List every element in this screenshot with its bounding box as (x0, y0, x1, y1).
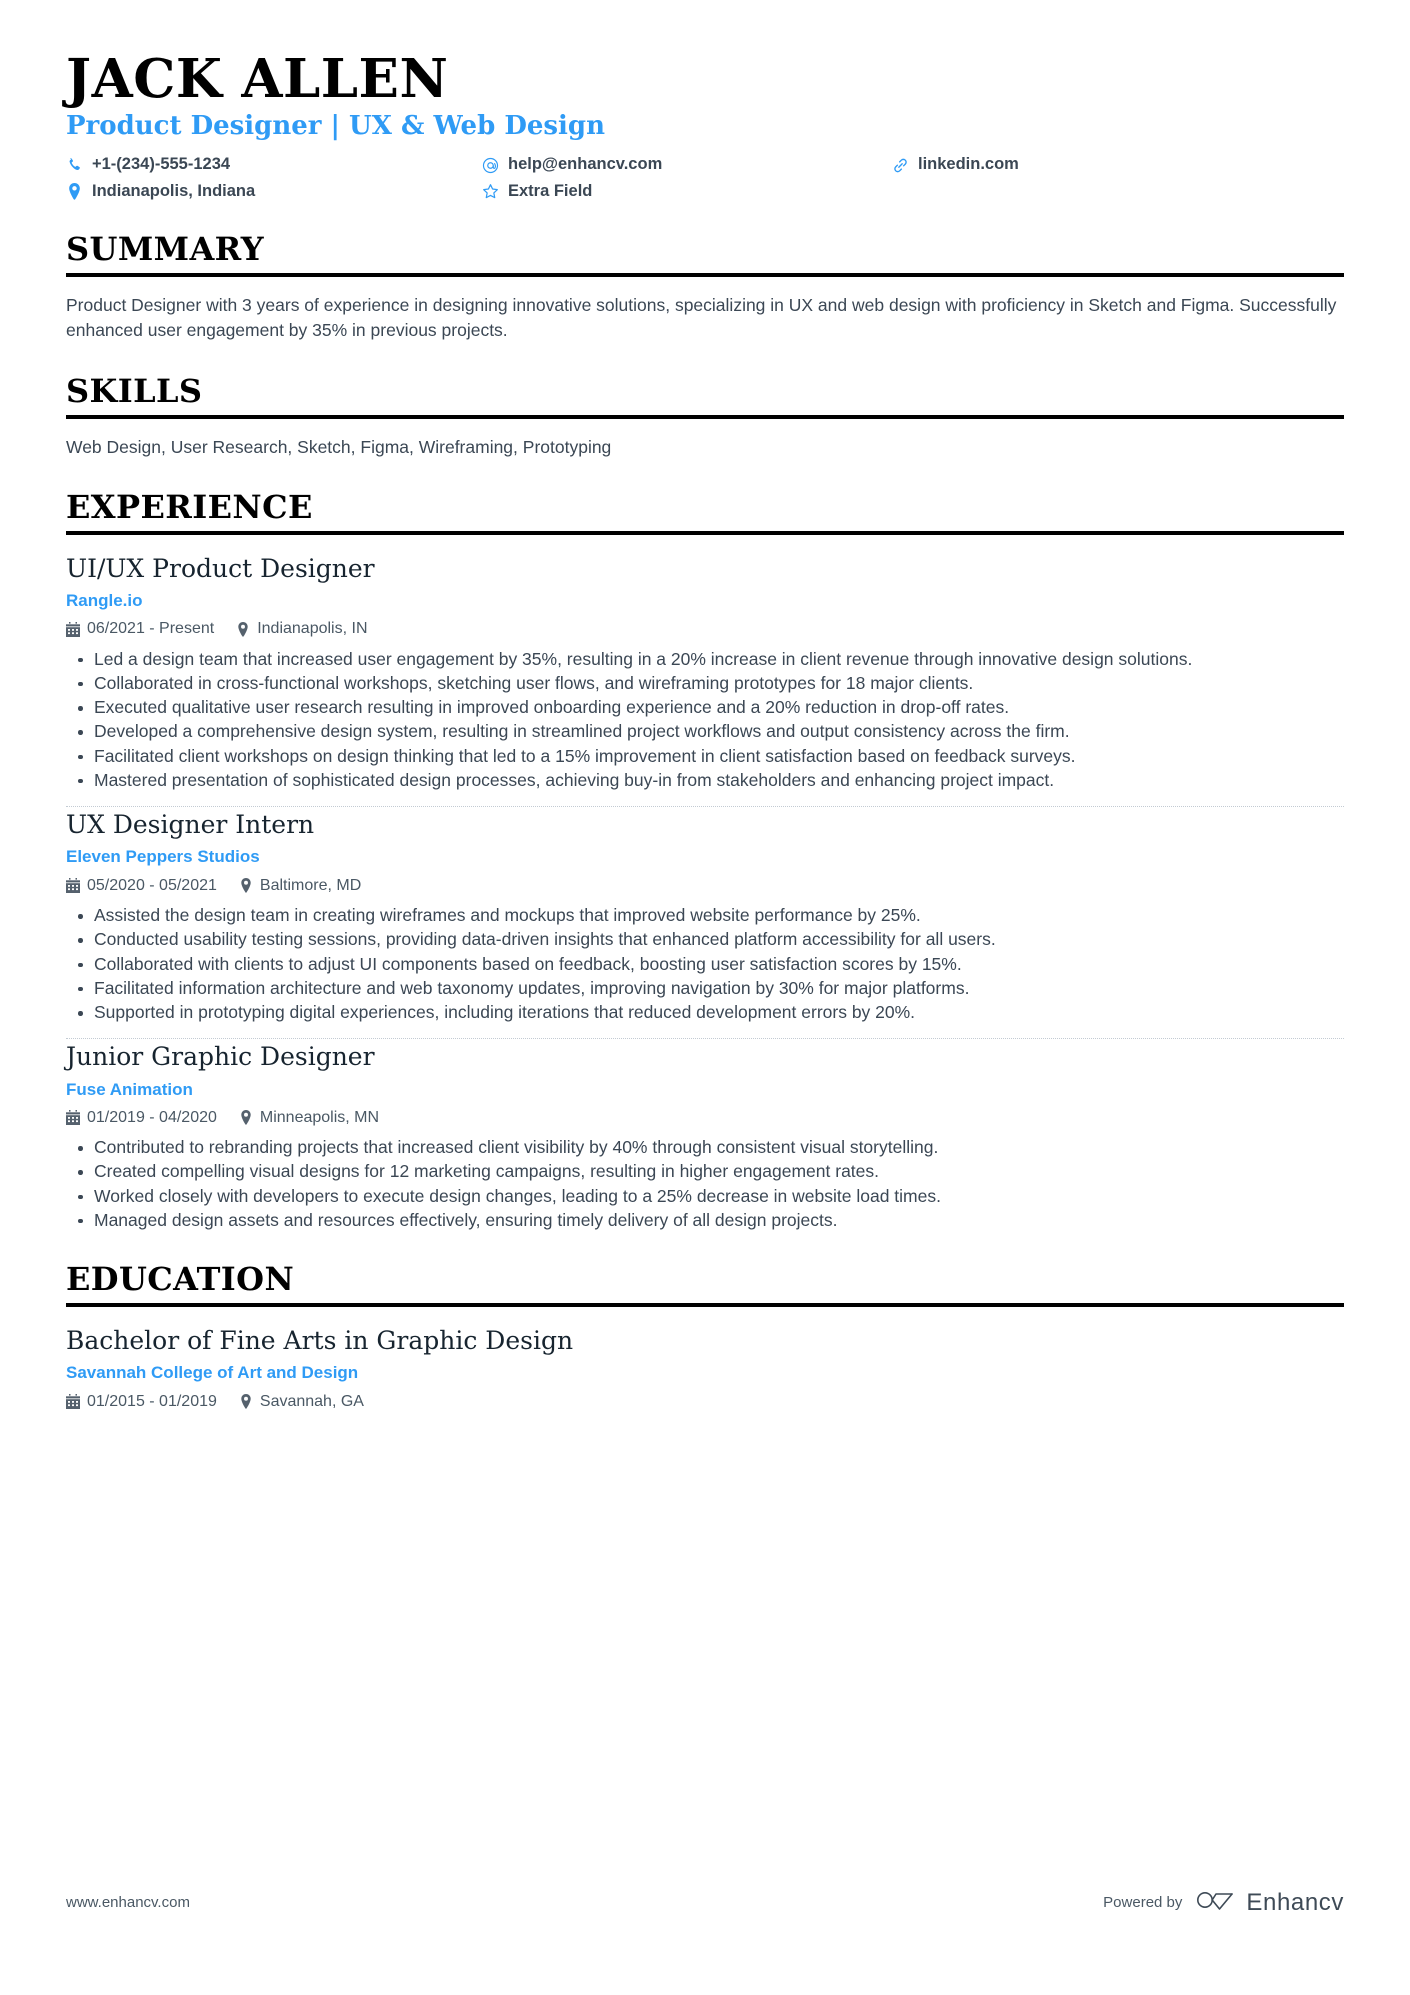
experience-job-title: UX Designer Intern (66, 810, 315, 840)
experience-dates: 06/2021 - Present (66, 619, 214, 638)
bullet-item: Facilitated client workshops on design t… (66, 745, 1344, 768)
contact-link-text: linkedin.com (918, 155, 1019, 174)
experience-dates: 01/2019 - 04/2020 (66, 1108, 217, 1127)
bullet-item: Worked closely with developers to execut… (66, 1185, 1344, 1208)
contact-phone-text: +1-(234)-555-1234 (92, 155, 231, 174)
star-icon (482, 183, 499, 200)
experience-job-title: UI/UX Product Designer (66, 553, 375, 583)
location-icon (239, 1393, 253, 1409)
education-entry: Bachelor of Fine Arts in Graphic Design … (66, 1323, 1344, 1411)
experience-company[interactable]: Eleven Peppers Studios (66, 847, 1344, 867)
contact-grid: +1-(234)-555-1234 help@enhancv.com linke… (66, 154, 1344, 202)
candidate-title: Product Designer | UX & Web Design (66, 111, 606, 142)
bullet-item: Developed a comprehensive design system,… (66, 720, 1344, 743)
experience-dates: 05/2020 - 05/2021 (66, 876, 217, 895)
experience-location-text: Minneapolis, MN (259, 1109, 380, 1126)
location-icon (239, 1110, 253, 1125)
bullet-item: Contributed to rebranding projects that … (66, 1136, 1344, 1159)
enhancv-logo-icon (1196, 1888, 1236, 1917)
email-icon (482, 157, 499, 174)
section-rule (66, 1303, 1344, 1308)
contact-email[interactable]: help@enhancv.com (482, 154, 892, 175)
section-rule (66, 530, 1344, 535)
bullet-item: Created compelling visual designs for 12… (66, 1160, 1344, 1183)
bullet-item: Collaborated in cross-functional worksho… (66, 672, 1344, 695)
education-location: Savannah, GA (239, 1392, 364, 1411)
experience-location-text: Baltimore, MD (259, 876, 362, 894)
section-skills: SKILLS Web Design, User Research, Sketch… (66, 371, 1344, 460)
education-degree: Bachelor of Fine Arts in Graphic Design (66, 1326, 574, 1356)
experience-bullets: Led a design team that increased user en… (66, 648, 1344, 793)
section-rule (66, 414, 1344, 419)
education-location-text: Savannah, GA (259, 1392, 364, 1410)
contact-extra-text: Extra Field (508, 181, 593, 200)
contact-location[interactable]: Indianapolis, Indiana (66, 181, 482, 202)
experience-location: Baltimore, MD (239, 876, 361, 895)
footer-url[interactable]: www.enhancv.com (66, 1894, 190, 1911)
resume-header: JACK ALLEN Product Designer | UX & Web D… (66, 0, 1344, 202)
summary-text: Product Designer with 3 years of experie… (66, 295, 1337, 341)
experience-company[interactable]: Rangle.io (66, 591, 1344, 611)
experience-location: Minneapolis, MN (239, 1108, 379, 1127)
education-dates-text: 01/2015 - 01/2019 (87, 1392, 217, 1410)
bullet-item: Led a design team that increased user en… (66, 648, 1344, 671)
calendar-icon (66, 1110, 80, 1126)
link-icon (892, 157, 909, 174)
experience-meta: 01/2019 - 04/2020 Minneapolis, MN (66, 1108, 1344, 1127)
enhancv-brand: Enhancv (1196, 1888, 1344, 1917)
section-title-skills: SKILLS (66, 371, 203, 410)
experience-dates-text: 01/2019 - 04/2020 (87, 1109, 217, 1126)
calendar-icon (66, 621, 80, 637)
phone-icon (66, 157, 83, 174)
section-summary: SUMMARY Product Designer with 3 years of… (66, 230, 1344, 344)
location-icon (66, 182, 83, 200)
experience-meta: 06/2021 - Present Indianapolis, IN (66, 619, 1344, 638)
calendar-icon (66, 1393, 80, 1409)
resume-page: JACK ALLEN Product Designer | UX & Web D… (0, 0, 1410, 1995)
candidate-name: JACK ALLEN (66, 48, 449, 110)
bullet-item: Mastered presentation of sophisticated d… (66, 769, 1344, 792)
experience-meta: 05/2020 - 05/2021 Baltimore, MD (66, 876, 1344, 895)
bullet-item: Conducted usability testing sessions, pr… (66, 928, 1344, 951)
contact-email-text: help@enhancv.com (508, 155, 663, 174)
experience-company[interactable]: Fuse Animation (66, 1080, 1344, 1100)
contact-phone[interactable]: +1-(234)-555-1234 (66, 154, 482, 175)
location-icon (236, 621, 250, 637)
experience-bullets: Assisted the design team in creating wir… (66, 904, 1344, 1024)
contact-extra[interactable]: Extra Field (482, 181, 892, 202)
education-dates: 01/2015 - 01/2019 (66, 1392, 217, 1411)
experience-dates-text: 06/2021 - Present (87, 620, 215, 638)
education-school[interactable]: Savannah College of Art and Design (66, 1363, 1344, 1383)
bullet-item: Assisted the design team in creating wir… (66, 904, 1344, 927)
page-footer: www.enhancv.com Powered by Enhancv (66, 1888, 1344, 1917)
bullet-item: Supported in prototyping digital experie… (66, 1001, 1344, 1024)
section-title-education: EDUCATION (66, 1260, 295, 1299)
experience-job-title: Junior Graphic Designer (66, 1042, 375, 1072)
section-experience: EXPERIENCE UI/UX Product Designer Rangle… (66, 487, 1344, 1232)
footer-branding: Powered by Enhancv (1103, 1888, 1344, 1917)
powered-by-label: Powered by (1103, 1894, 1183, 1911)
section-title-summary: SUMMARY (66, 230, 264, 269)
experience-bullets: Contributed to rebranding projects that … (66, 1136, 1344, 1232)
experience-dates-text: 05/2020 - 05/2021 (87, 876, 217, 894)
section-title-experience: EXPERIENCE (66, 487, 313, 526)
contact-location-text: Indianapolis, Indiana (92, 181, 256, 200)
education-meta: 01/2015 - 01/2019 Savannah, GA (66, 1392, 1344, 1411)
bullet-item: Managed design assets and resources effe… (66, 1209, 1344, 1232)
bullet-item: Collaborated with clients to adjust UI c… (66, 953, 1344, 976)
location-icon (239, 877, 253, 893)
experience-entry: UX Designer Intern Eleven Peppers Studio… (66, 807, 1344, 1024)
enhancv-wordmark: Enhancv (1246, 1888, 1344, 1916)
calendar-icon (66, 877, 80, 893)
bullet-item: Executed qualitative user research resul… (66, 696, 1344, 719)
experience-entry: Junior Graphic Designer Fuse Animation 0… (66, 1039, 1344, 1232)
experience-location-text: Indianapolis, IN (257, 620, 368, 638)
section-rule (66, 273, 1344, 277)
contact-link[interactable]: linkedin.com (892, 154, 1344, 175)
section-education: EDUCATION Bachelor of Fine Arts in Graph… (66, 1260, 1344, 1411)
skills-text: Web Design, User Research, Sketch, Figma… (66, 436, 612, 457)
experience-location: Indianapolis, IN (236, 619, 368, 638)
bullet-item: Facilitated information architecture and… (66, 977, 1344, 1000)
experience-entry: UI/UX Product Designer Rangle.io 06/2021… (66, 551, 1344, 792)
